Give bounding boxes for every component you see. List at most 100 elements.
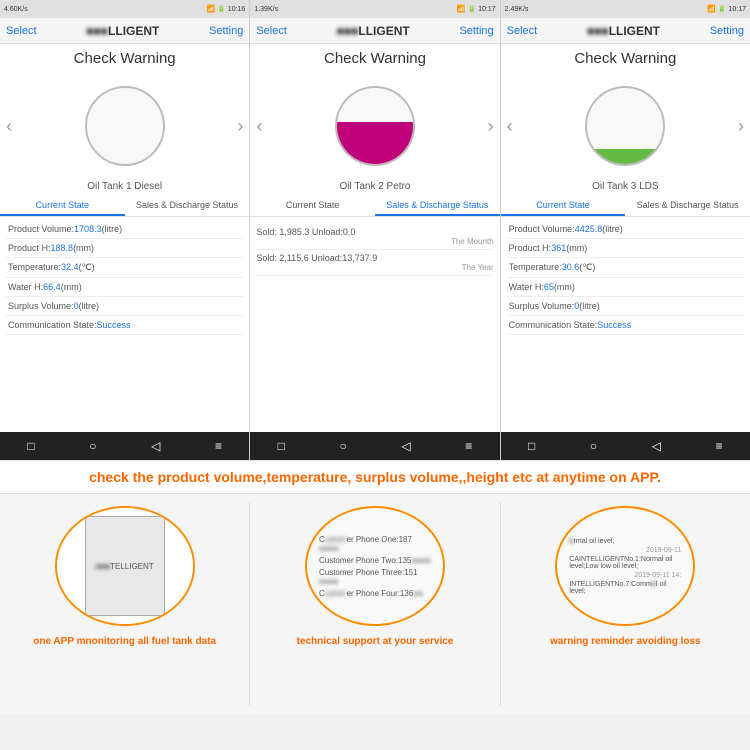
contacts-content: Customer Phone One:187●●●● Customer Phon… (315, 531, 435, 602)
data-row-1-5: Communication State:Success (6, 316, 243, 335)
sales-row-2-1: Sold: 2,115.6 Unload:13,737.9 The Year (256, 250, 493, 276)
data-row-1-4: Surplus Volume:0(litre) (6, 297, 243, 316)
status-icons-2: 📶 🔋 10:17 (457, 5, 496, 13)
tank-label-1: Oil Tank 1 Diesel (0, 181, 249, 192)
arrow-left-2[interactable]: ‹ (256, 116, 262, 137)
nav-title-1: ■■■LLIGENT (86, 24, 159, 38)
phone-inner-1: ■■■TELLIGENT (85, 516, 165, 616)
android-square-1[interactable]: □ (27, 439, 34, 453)
bottom-card-1: ■■■TELLIGENT one APP mnonitoring all fue… (0, 502, 250, 706)
phone-1: 4.60K/s 📶 🔋 10:16 Select ■■■LLIGENT Sett… (0, 0, 250, 460)
nav-bar-1: Select ■■■LLIGENT Setting (0, 18, 249, 44)
data-list-1: Product Volume:1708.3(litre) Product H:1… (0, 220, 249, 432)
android-back-2[interactable]: ◁ (401, 439, 410, 453)
nav-bar-3: Select ■■■LLIGENT Setting (501, 18, 750, 44)
tank-visual-1: ‹ › (0, 71, 249, 181)
status-icons-3: 📶 🔋 10:17 (707, 5, 746, 13)
data-row-3-4: Surplus Volume:0(litre) (507, 297, 744, 316)
data-row-1-1: Product H:188.8(mm) (6, 239, 243, 258)
nav-select-1[interactable]: Select (6, 25, 37, 37)
bottom-cards-container: ■■■TELLIGENT one APP mnonitoring all fue… (0, 494, 750, 714)
data-row-1-3: Water H:66.4(mm) (6, 278, 243, 297)
notifications-content: ■rmal oil level; 2019-09-11 CAINTELLIGEN… (565, 534, 685, 599)
android-circle-3[interactable]: ○ (590, 439, 597, 453)
status-signal-1: 4.60K/s (4, 6, 28, 13)
sales-list-2: Sold: 1,985.3 Unload:0.0 The Mounth Sold… (250, 220, 499, 432)
tank-label-3: Oil Tank 3 LDS (501, 181, 750, 192)
arrow-right-2[interactable]: › (488, 116, 494, 137)
oval-frame-1: ■■■TELLIGENT (55, 506, 195, 626)
bottom-label-2: technical support at your service (297, 636, 454, 647)
data-row-3-5: Communication State:Success (507, 316, 744, 335)
android-back-3[interactable]: ◁ (652, 439, 661, 453)
status-bar-2: 1.39K/s 📶 🔋 10:17 (250, 0, 499, 18)
tab-current-state-1[interactable]: Current State (0, 196, 125, 216)
tab-sales-1[interactable]: Sales & Discharge Status (125, 196, 250, 216)
oval-frame-3: ■rmal oil level; 2019-09-11 CAINTELLIGEN… (555, 506, 695, 626)
tab-bar-3: Current State Sales & Discharge Status (501, 196, 750, 217)
nav-setting-3[interactable]: Setting (710, 25, 744, 37)
tab-sales-3[interactable]: Sales & Discharge Status (625, 196, 750, 216)
bottom-card-3: ■rmal oil level; 2019-09-11 CAINTELLIGEN… (501, 502, 750, 706)
tab-current-state-3[interactable]: Current State (501, 196, 626, 216)
middle-description: check the product volume,temperature, su… (0, 460, 750, 494)
nav-title-3: ■■■LLIGENT (587, 24, 660, 38)
android-menu-1[interactable]: ≡ (215, 439, 222, 453)
android-circle-1[interactable]: ○ (89, 439, 96, 453)
arrow-left-1[interactable]: ‹ (6, 116, 12, 137)
tab-bar-1: Current State Sales & Discharge Status (0, 196, 249, 217)
arrow-right-3[interactable]: › (738, 116, 744, 137)
sales-row-2-0: Sold: 1,985.3 Unload:0.0 The Mounth (256, 224, 493, 250)
android-menu-3[interactable]: ≡ (716, 439, 723, 453)
data-row-3-2: Temperature:30.6(℃) (507, 258, 744, 278)
check-warning-title-3: Check Warning (501, 44, 750, 71)
android-nav-2: □ ○ ◁ ≡ (250, 432, 499, 460)
nav-setting-1[interactable]: Setting (209, 25, 243, 37)
arrow-right-1[interactable]: › (237, 116, 243, 137)
android-square-3[interactable]: □ (528, 439, 535, 453)
nav-title-2: ■■■LLIGENT (337, 24, 410, 38)
tank-circle-2 (335, 86, 415, 166)
data-row-3-3: Water H:65(mm) (507, 278, 744, 297)
tank-circle-1 (85, 86, 165, 166)
nav-select-3[interactable]: Select (507, 25, 538, 37)
bottom-label-1: one APP mnonitoring all fuel tank data (33, 636, 216, 647)
status-signal-3: 2.49K/s (505, 6, 529, 13)
nav-setting-2[interactable]: Setting (459, 25, 493, 37)
android-back-1[interactable]: ◁ (151, 439, 160, 453)
data-row-3-1: Product H:361(mm) (507, 239, 744, 258)
tank-circle-3 (585, 86, 665, 166)
nav-select-2[interactable]: Select (256, 25, 287, 37)
android-circle-2[interactable]: ○ (340, 439, 347, 453)
phone-2: 1.39K/s 📶 🔋 10:17 Select ■■■LLIGENT Sett… (250, 0, 500, 460)
phone-3: 2.49K/s 📶 🔋 10:17 Select ■■■LLIGENT Sett… (501, 0, 750, 460)
check-warning-title-1: Check Warning (0, 44, 249, 71)
status-signal-2: 1.39K/s (254, 6, 278, 13)
status-bar-3: 2.49K/s 📶 🔋 10:17 (501, 0, 750, 18)
android-square-2[interactable]: □ (278, 439, 285, 453)
nav-bar-2: Select ■■■LLIGENT Setting (250, 18, 499, 44)
tank-visual-2: ‹ › (250, 71, 499, 181)
data-row-1-2: Temperature:32.4(℃) (6, 258, 243, 278)
screen-text-1: ■■■TELLIGENT (94, 560, 156, 573)
status-bar-1: 4.60K/s 📶 🔋 10:16 (0, 0, 249, 18)
data-list-3: Product Volume:4425.8(litre) Product H:3… (501, 220, 750, 432)
check-warning-title-2: Check Warning (250, 44, 499, 71)
android-nav-3: □ ○ ◁ ≡ (501, 432, 750, 460)
tab-sales-2[interactable]: Sales & Discharge Status (375, 196, 500, 216)
tab-current-state-2[interactable]: Current State (250, 196, 375, 216)
arrow-left-3[interactable]: ‹ (507, 116, 513, 137)
tank-label-2: Oil Tank 2 Petro (250, 181, 499, 192)
tab-bar-2: Current State Sales & Discharge Status (250, 196, 499, 217)
status-icons-1: 📶 🔋 10:16 (206, 5, 245, 13)
phones-container: 4.60K/s 📶 🔋 10:16 Select ■■■LLIGENT Sett… (0, 0, 750, 460)
phone-screen-1: ■■■TELLIGENT (57, 508, 193, 624)
oval-frame-2: Customer Phone One:187●●●● Customer Phon… (305, 506, 445, 626)
android-menu-2[interactable]: ≡ (465, 439, 472, 453)
bottom-label-3: warning reminder avoiding loss (550, 636, 701, 647)
android-nav-1: □ ○ ◁ ≡ (0, 432, 249, 460)
tank-visual-3: ‹ › (501, 71, 750, 181)
bottom-card-2: Customer Phone One:187●●●● Customer Phon… (250, 502, 500, 706)
data-row-1-0: Product Volume:1708.3(litre) (6, 220, 243, 239)
data-row-3-0: Product Volume:4425.8(litre) (507, 220, 744, 239)
